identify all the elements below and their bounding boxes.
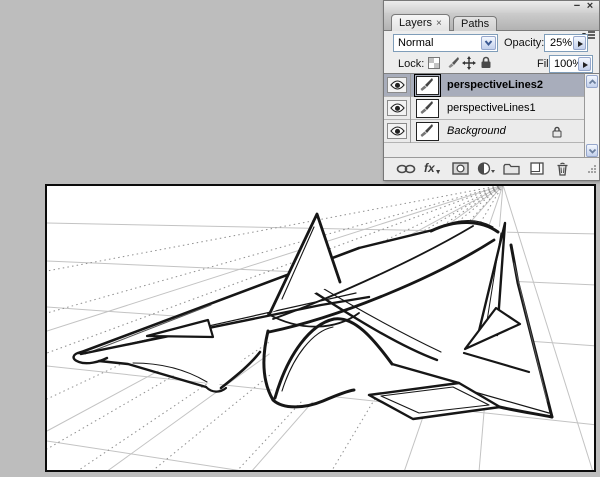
link-layers-icon[interactable] bbox=[396, 162, 416, 180]
tab-layers[interactable]: Layers × bbox=[391, 14, 450, 31]
tab-layers-label: Layers bbox=[399, 17, 433, 29]
new-layer-icon[interactable] bbox=[530, 162, 544, 180]
blend-mode-select[interactable]: Normal bbox=[393, 34, 498, 52]
layer-thumbnail[interactable] bbox=[416, 121, 439, 141]
eye-icon[interactable] bbox=[389, 126, 405, 136]
fill-input[interactable]: 100% bbox=[549, 55, 593, 73]
brush-stroke-thumbnail bbox=[420, 77, 433, 91]
close-button[interactable]: × bbox=[584, 1, 596, 12]
grid-line bbox=[47, 440, 240, 470]
add-layer-mask-icon[interactable] bbox=[452, 162, 469, 180]
layer-list-scrollbar[interactable] bbox=[584, 73, 599, 159]
lock-transparency-icon[interactable] bbox=[428, 56, 440, 74]
background-locked-icon bbox=[552, 125, 562, 143]
blend-mode-value: Normal bbox=[398, 37, 434, 49]
delete-layer-trash-icon[interactable] bbox=[556, 162, 569, 181]
photoshop-workspace: { "layers_panel": { "window_buttons": { … bbox=[0, 0, 600, 477]
layer-thumbnail[interactable] bbox=[416, 98, 439, 118]
perspective-sketch bbox=[47, 186, 594, 470]
new-adjustment-layer-icon[interactable] bbox=[477, 162, 496, 180]
opacity-value: 25% bbox=[550, 37, 573, 49]
eye-icon[interactable] bbox=[389, 80, 405, 90]
opacity-label: Opacity: bbox=[504, 37, 545, 49]
layer-row-perspectiveLines2[interactable]: perspectiveLines2 bbox=[384, 74, 584, 97]
blend-mode-dropdown-arrow-icon[interactable] bbox=[481, 36, 496, 50]
opacity-slider-arrow-icon[interactable] bbox=[573, 36, 586, 50]
lock-pixels-brush-icon[interactable] bbox=[446, 56, 460, 74]
lock-label: Lock: bbox=[398, 58, 425, 70]
tab-paths[interactable]: Paths bbox=[453, 16, 498, 31]
layer-style-fx-icon[interactable]: fx▼ bbox=[424, 161, 442, 176]
scroll-down-icon[interactable] bbox=[586, 144, 598, 157]
fx-label: fx bbox=[424, 161, 435, 175]
brush-stroke-thumbnail bbox=[420, 100, 433, 114]
document-canvas[interactable] bbox=[45, 184, 596, 472]
visibility-cell[interactable] bbox=[384, 74, 411, 97]
layer-row-background[interactable]: Background bbox=[384, 119, 584, 143]
visibility-cell[interactable] bbox=[384, 96, 411, 120]
lock-all-padlock-icon[interactable] bbox=[480, 56, 492, 74]
scroll-up-icon[interactable] bbox=[586, 75, 598, 88]
layers-panel-toolbar: fx▼ bbox=[384, 157, 599, 180]
layer-row-perspectiveLines1[interactable]: perspectiveLines1 bbox=[384, 96, 584, 120]
new-group-folder-icon[interactable] bbox=[503, 162, 520, 180]
layer-name[interactable]: perspectiveLines2 bbox=[447, 79, 543, 91]
visibility-cell[interactable] bbox=[384, 119, 411, 143]
layer-name[interactable]: Background bbox=[447, 125, 506, 137]
brush-stroke-thumbnail bbox=[420, 123, 433, 137]
panel-tab-row: Layers × Paths bbox=[384, 13, 599, 39]
minimize-button[interactable]: − bbox=[571, 1, 583, 12]
layer-name[interactable]: perspectiveLines1 bbox=[447, 102, 536, 114]
layers-panel: − × Layers × Paths Normal Opacity: 25% L… bbox=[383, 0, 600, 181]
eye-icon[interactable] bbox=[389, 103, 405, 113]
fill-slider-arrow-icon[interactable] bbox=[578, 57, 591, 71]
layer-thumbnail[interactable] bbox=[414, 74, 441, 97]
opacity-input[interactable]: 25% bbox=[544, 34, 588, 52]
layer-list: perspectiveLines2 perspectiveLines1 Back… bbox=[384, 73, 599, 159]
tab-close-icon[interactable]: × bbox=[436, 18, 442, 29]
tab-paths-label: Paths bbox=[461, 18, 490, 30]
panel-resize-grip[interactable] bbox=[588, 160, 597, 178]
